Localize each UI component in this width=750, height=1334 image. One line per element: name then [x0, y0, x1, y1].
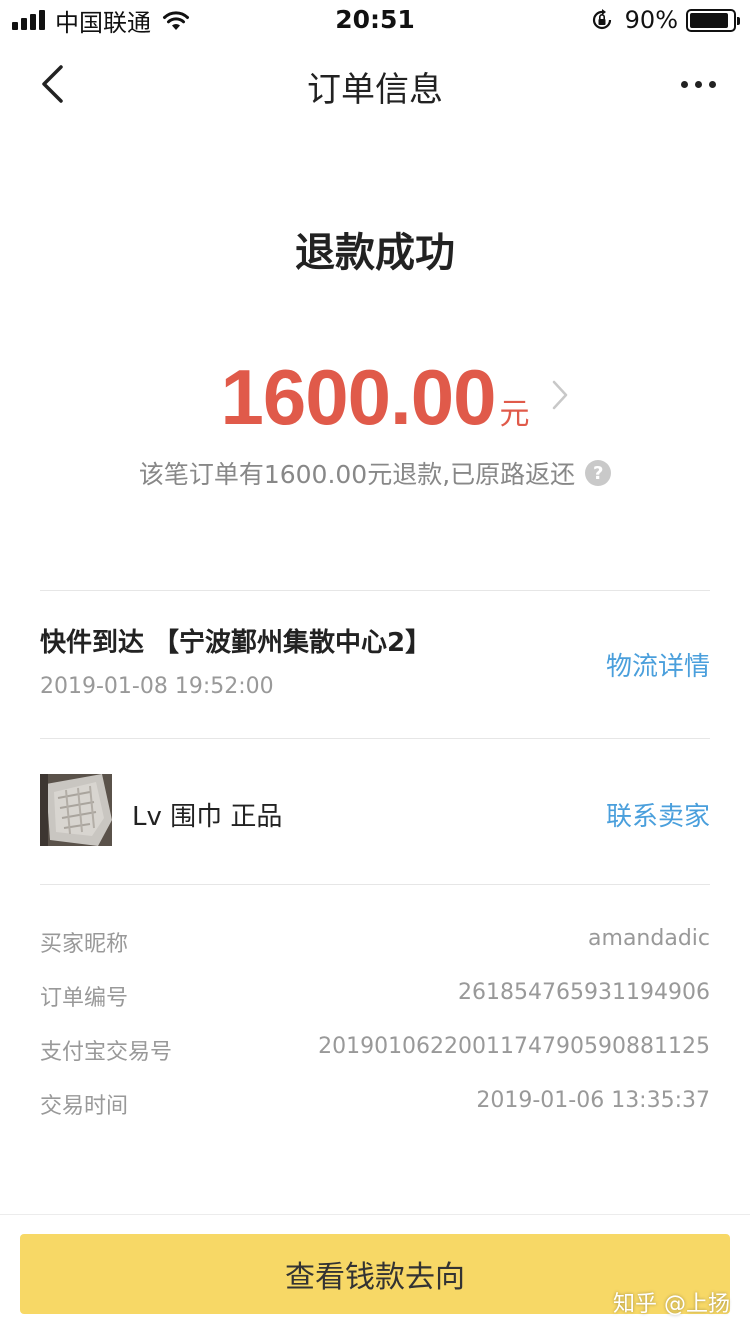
detail-label: 买家昵称: [40, 932, 129, 957]
detail-label: 交易时间: [40, 1094, 129, 1119]
refund-amount: 1600.00: [220, 353, 497, 441]
status-right: 90%: [589, 6, 740, 34]
logistics-section[interactable]: 快件到达 【宁波鄞州集散中心2】 2019-01-08 19:52:00 物流详…: [0, 592, 750, 738]
status-bar: 中国联通 20:51 90%: [0, 0, 750, 40]
divider: [40, 884, 710, 885]
logistics-detail-link[interactable]: 物流详情: [606, 646, 710, 683]
detail-value: 261854765931194906: [458, 980, 710, 1005]
refund-amount-row[interactable]: 1600.00 元: [0, 352, 750, 442]
detail-row: 交易时间 2019-01-06 13:35:37: [40, 1088, 710, 1128]
logistics-time: 2019-01-08 19:52:00: [40, 674, 274, 699]
detail-label: 订单编号: [40, 986, 129, 1011]
detail-value: 2019-01-06 13:35:37: [476, 1088, 710, 1113]
refund-unit: 元: [499, 397, 530, 432]
page-title: 订单信息: [307, 70, 443, 110]
logistics-status: 快件到达 【宁波鄞州集散中心2】: [40, 628, 432, 658]
contact-seller-link[interactable]: 联系卖家: [606, 796, 710, 833]
detail-row: 订单编号 261854765931194906: [40, 980, 710, 1020]
more-dots-icon: [680, 80, 688, 88]
nav-bar: 订单信息: [0, 40, 750, 128]
divider: [40, 590, 710, 591]
product-name[interactable]: Lv 围巾 正品: [132, 796, 282, 833]
help-icon[interactable]: ?: [585, 460, 612, 486]
battery-fill: [690, 12, 728, 28]
product-thumbnail[interactable]: [40, 774, 112, 846]
more-button[interactable]: [670, 62, 726, 106]
detail-row: 支付宝交易号 2019010622001174790590881125: [40, 1034, 710, 1074]
detail-value: amandadic: [588, 926, 710, 951]
orientation-lock-icon: [592, 9, 611, 30]
refund-description-row: 该笔订单有1600.00元退款,已原路返还 ?: [0, 455, 750, 491]
refund-status: 退款成功: [295, 230, 455, 276]
detail-row: 买家昵称 amandadic: [40, 926, 710, 966]
battery-percent: 90%: [624, 6, 678, 34]
refund-description: 该笔订单有1600.00元退款,已原路返还: [138, 460, 576, 489]
battery-icon: [686, 8, 740, 32]
chevron-right-icon: [552, 380, 568, 410]
product-section: Lv 围巾 正品 联系卖家: [0, 740, 750, 884]
divider: [0, 1214, 750, 1215]
watermark: 知乎 @上扬: [613, 1292, 730, 1317]
detail-label: 支付宝交易号: [40, 1040, 173, 1065]
divider: [40, 738, 710, 739]
detail-value: 2019010622001174790590881125: [318, 1034, 710, 1059]
